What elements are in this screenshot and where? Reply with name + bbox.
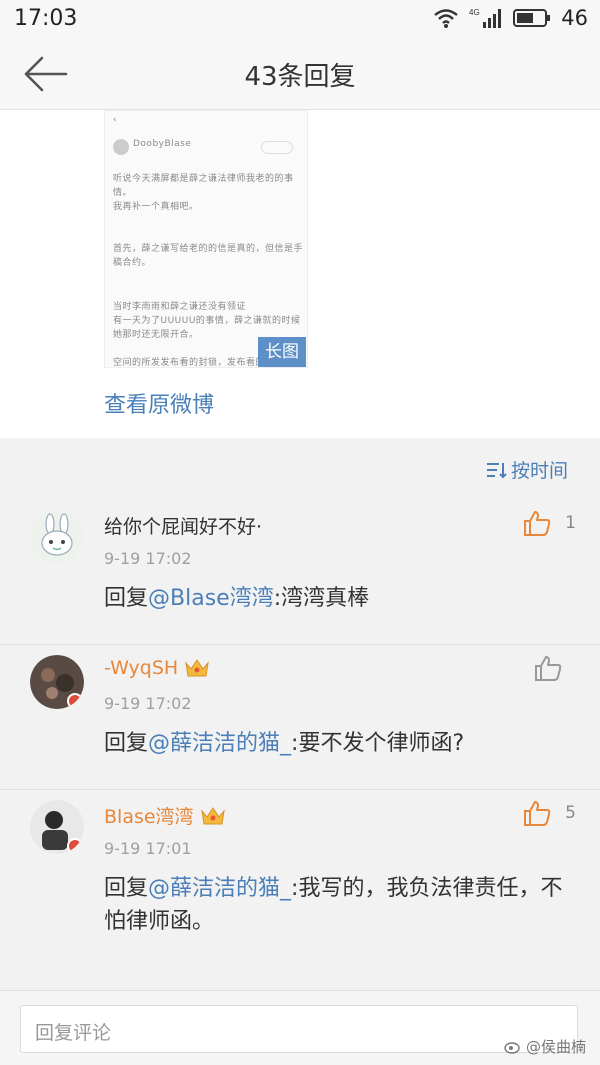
thumbs-up-icon	[524, 511, 551, 536]
view-original-link[interactable]: 查看原微博	[104, 387, 214, 419]
status-icons: 4G 46	[433, 6, 588, 30]
comment-body: :湾湾真棒	[273, 586, 370, 611]
photo-avatar-icon	[30, 800, 84, 854]
status-time: 17:03	[14, 6, 78, 31]
comment-author[interactable]: Blase湾湾	[104, 802, 226, 829]
post-image-thumbnail[interactable]: ‹ DoobyBlase 听说今天满屏都是薛之谦法律师我老的的事 情。 我再补一…	[104, 110, 308, 368]
thumb-line: 听说今天满屏都是薛之谦法律师我老的的事	[113, 174, 294, 184]
weibo-logo-icon	[504, 1041, 520, 1054]
signal-icon: 4G	[469, 8, 502, 28]
comment-time: 9-19 17:02	[104, 694, 192, 713]
comment-author[interactable]: 给你个屁闻好不好·	[104, 512, 262, 539]
like-count: 5	[565, 803, 576, 823]
long-image-badge: 长图	[258, 337, 306, 367]
wifi-icon	[434, 9, 459, 28]
avatar[interactable]	[30, 655, 84, 709]
sort-icon	[486, 462, 507, 478]
like-button[interactable]	[534, 655, 576, 681]
comment-item: -WyqSH 9-19 17:02 回复@薛洁洁的猫_:要不发个律师函?	[0, 645, 600, 790]
comment-body: :要不发个律师函?	[291, 731, 465, 756]
author-name: 给你个屁闻好不好·	[104, 516, 263, 538]
comment-time: 9-19 17:01	[104, 839, 192, 858]
reply-prefix: 回复	[104, 731, 149, 756]
comment-text: 回复@薛洁洁的猫_:要不发个律师函?	[104, 727, 574, 760]
comment-item: 给你个屁闻好不好· 9-19 17:02 回复@Blase湾湾:湾湾真棒 1	[0, 500, 600, 645]
thumb-line: 当时李雨雨和薛之谦还没有领证	[113, 302, 247, 312]
mention-link[interactable]: @薛洁洁的猫_	[148, 876, 291, 901]
comment-text: 回复@Blase湾湾:湾湾真棒	[104, 582, 574, 615]
crown-badge-icon	[200, 806, 225, 824]
comment-item: Blase湾湾 9-19 17:01 回复@薛洁洁的猫_:我写的，我负法律责任，…	[0, 790, 600, 990]
thumb-follow-pill	[261, 141, 293, 154]
sort-label: 按时间	[510, 460, 568, 482]
thumbs-up-icon	[524, 801, 551, 826]
photo-avatar-icon	[30, 655, 84, 709]
avatar[interactable]	[30, 800, 84, 854]
author-name: Blase湾湾	[104, 806, 194, 828]
watermark-text: @侯曲楠	[525, 1038, 586, 1056]
battery-level: 46	[561, 6, 588, 30]
status-bar: 17:03 4G 46	[0, 0, 600, 38]
reply-bar: 回复评论 @侯曲楠	[0, 990, 600, 1065]
mention-link[interactable]: @薛洁洁的猫_	[148, 731, 291, 756]
reply-prefix: 回复	[104, 876, 149, 901]
sort-by-time-button[interactable]: 按时间	[485, 456, 568, 483]
page-title: 43条回复	[244, 62, 356, 92]
original-post: ‹ DoobyBlase 听说今天满屏都是薛之谦法律师我老的的事 情。 我再补一…	[0, 110, 600, 438]
crown-badge-icon	[185, 659, 209, 677]
comment-time: 9-19 17:02	[104, 549, 192, 568]
rabbit-avatar-icon	[30, 510, 84, 564]
sort-bar: 按时间	[0, 438, 600, 500]
thumb-line: 空间的所发发布看的封锁，发布看的	[113, 358, 266, 368]
nav-bar: 43条回复	[0, 38, 600, 110]
thumb-line: 有一天为了UUUUU的事情，薛之谦就的时候	[113, 316, 301, 326]
thumb-topbar-icon: ‹	[113, 115, 118, 125]
thumb-line: 首先，薛之谦写给老的的信是真的，但信是手	[113, 244, 304, 254]
thumb-line: 她那时还无限开合。	[113, 330, 199, 340]
watermark: @侯曲楠	[504, 1036, 586, 1057]
thumb-line: 稿合约。	[113, 258, 152, 268]
author-name: -WyqSH	[104, 657, 179, 679]
thumbs-up-icon	[535, 656, 562, 681]
network-label: 4G	[469, 8, 480, 17]
like-count: 1	[565, 513, 576, 533]
thumb-avatar	[113, 139, 129, 155]
avatar[interactable]	[30, 510, 84, 564]
like-button[interactable]: 5	[523, 800, 576, 826]
comment-author[interactable]: -WyqSH	[104, 657, 210, 679]
reply-input[interactable]: 回复评论	[20, 1005, 578, 1053]
thumb-line: 我再补一个真相吧。	[113, 202, 199, 212]
battery-icon	[513, 9, 551, 27]
mention-link[interactable]: @Blase湾湾	[148, 586, 274, 611]
thumb-line: 情。	[113, 188, 133, 198]
comment-text: 回复@薛洁洁的猫_:我写的，我负法律责任，不怕律师函。	[104, 872, 564, 938]
thumb-line: DoobyBlase	[133, 139, 192, 149]
reply-prefix: 回复	[104, 586, 149, 611]
like-button[interactable]: 1	[523, 510, 576, 536]
